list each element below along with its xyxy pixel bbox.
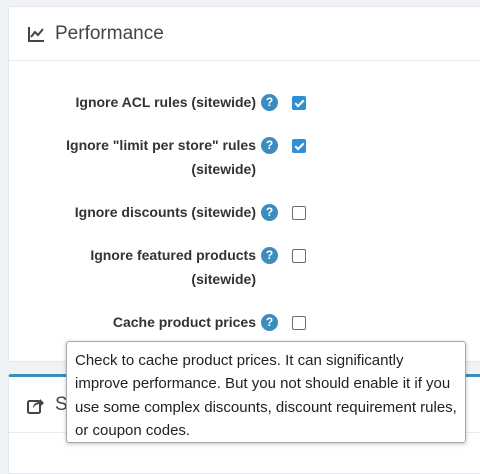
- cache-product-prices-checkbox[interactable]: [292, 316, 306, 330]
- line-chart-icon: [27, 25, 45, 43]
- setting-row-ignore-featured-products: Ignore featured products (sitewide) ?: [9, 242, 480, 292]
- help-icon[interactable]: ?: [261, 247, 278, 264]
- ignore-featured-products-checkbox[interactable]: [292, 249, 306, 263]
- ignore-discounts-checkbox[interactable]: [292, 206, 306, 220]
- performance-card: Performance Ignore ACL rules (sitewide) …: [8, 6, 480, 362]
- setting-row-cache-product-prices: Cache product prices ?: [9, 309, 480, 335]
- help-icon[interactable]: ?: [261, 314, 278, 331]
- ignore-acl-checkbox[interactable]: [292, 96, 306, 110]
- setting-row-ignore-acl: Ignore ACL rules (sitewide) ?: [9, 89, 480, 115]
- setting-row-ignore-limit-per-store: Ignore "limit per store" rules (sitewide…: [9, 132, 480, 182]
- help-icon[interactable]: ?: [261, 94, 278, 111]
- share-icon: [27, 396, 45, 414]
- performance-card-header[interactable]: Performance: [9, 7, 480, 61]
- setting-label: Cache product prices: [112, 314, 256, 330]
- performance-title: Performance: [55, 22, 164, 44]
- setting-label: Ignore featured products (sitewide): [90, 247, 256, 287]
- help-icon[interactable]: ?: [261, 137, 278, 154]
- setting-row-ignore-discounts: Ignore discounts (sitewide) ?: [9, 199, 480, 225]
- setting-label: Ignore ACL rules (sitewide): [75, 94, 256, 110]
- ignore-limit-per-store-checkbox[interactable]: [292, 139, 306, 153]
- cache-prices-tooltip: Check to cache product prices. It can si…: [66, 341, 466, 443]
- help-icon[interactable]: ?: [261, 204, 278, 221]
- setting-label: Ignore "limit per store" rules (sitewide…: [66, 137, 256, 177]
- setting-label: Ignore discounts (sitewide): [74, 204, 256, 220]
